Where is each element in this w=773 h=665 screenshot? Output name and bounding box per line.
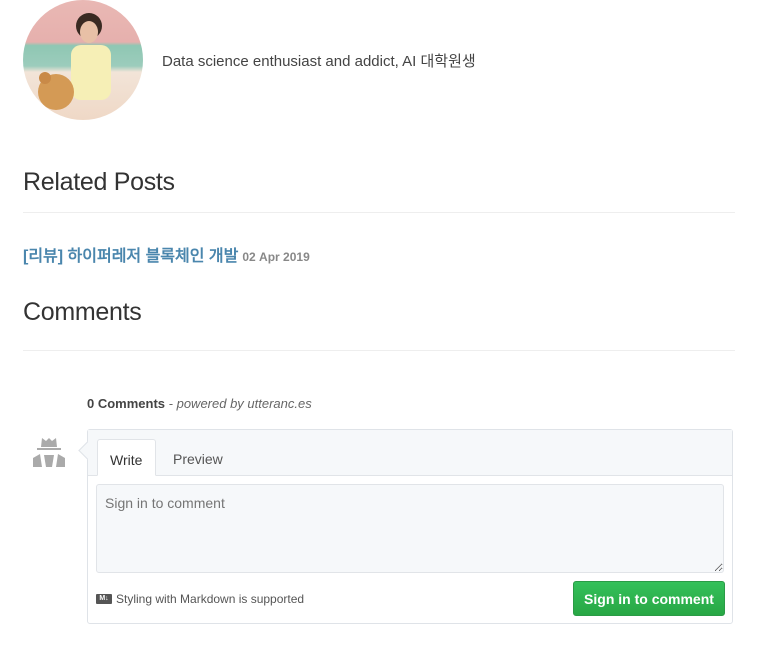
anonymous-user-icon (33, 438, 65, 467)
author-bio: Data science enthusiast and addict, AI 대… (162, 53, 476, 70)
related-posts-heading: Related Posts (23, 168, 175, 196)
tab-preview[interactable]: Preview (161, 439, 235, 476)
avatar-photo (38, 13, 111, 110)
related-post-date: 02 Apr 2019 (242, 250, 310, 264)
tab-write[interactable]: Write (97, 439, 156, 476)
related-post-link[interactable]: [리뷰] 하이퍼레저 블록체인 개발 (23, 248, 238, 265)
comments-heading: Comments (23, 298, 142, 326)
powered-by: - powered by utteranc.es (168, 396, 312, 411)
comment-form: Write Preview M↓ Styling with Markdown i… (87, 429, 733, 624)
comment-count-label: 0 Comments (87, 396, 166, 411)
related-post-item: [리뷰] 하이퍼레저 블록체인 개발 02 Apr 2019 (23, 242, 310, 266)
markdown-icon: M↓ (96, 594, 112, 604)
comment-input[interactable] (96, 484, 724, 573)
markdown-note: M↓ Styling with Markdown is supported (96, 592, 304, 606)
comment-count: 0 Comments - powered by utteranc.es (87, 396, 312, 411)
divider (23, 350, 735, 351)
comment-tabs: Write Preview (88, 430, 732, 476)
markdown-note-text: Styling with Markdown is supported (116, 592, 305, 606)
sign-in-button[interactable]: Sign in to comment (573, 581, 725, 616)
author-avatar (23, 0, 143, 120)
divider (23, 212, 735, 213)
